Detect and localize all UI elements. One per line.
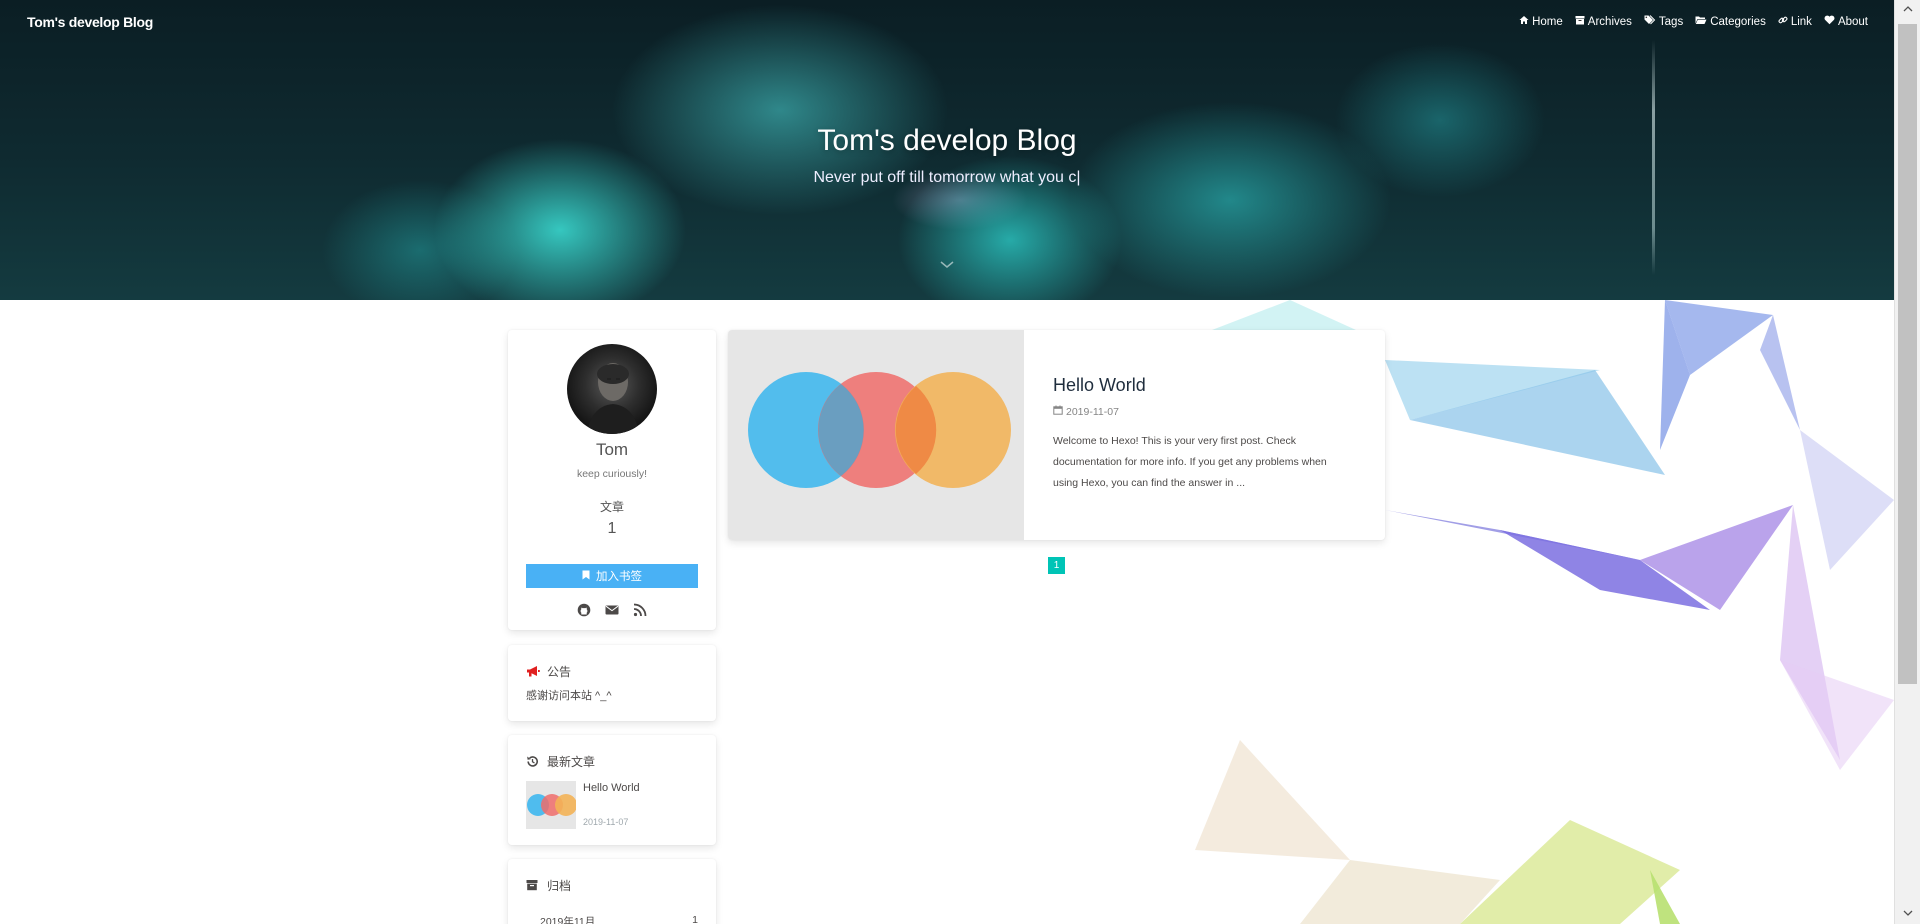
- bookmark-icon: [582, 570, 590, 583]
- post-card: Hello World 2019-11-07 Welcome to Hexo! …: [728, 330, 1385, 540]
- pagination-current-page[interactable]: 1: [1048, 557, 1065, 574]
- nav-label-archives: Archives: [1587, 15, 1632, 28]
- nav-label-link: Link: [1790, 15, 1812, 28]
- nav-item-home[interactable]: Home: [1519, 15, 1563, 28]
- scrollbar-thumb[interactable]: [1898, 24, 1917, 684]
- social-links: [508, 603, 716, 617]
- recent-posts-card: 最新文章 Hello World 2019-11-07: [508, 735, 716, 845]
- recent-post-thumbnail[interactable]: [526, 781, 576, 829]
- history-icon: [526, 755, 539, 768]
- nav-item-link[interactable]: Link: [1778, 15, 1812, 28]
- recent-post-date: 2019-11-07: [583, 817, 629, 827]
- post-date-text: 2019-11-07: [1066, 405, 1119, 418]
- announcement-header: 公告: [526, 663, 571, 680]
- archives-card: 归档 2019年11月 1: [508, 859, 716, 924]
- scroll-down-arrow-icon[interactable]: [1895, 904, 1920, 924]
- announcement-card: 公告 感谢访问本站 ^_^: [508, 645, 716, 721]
- profile-card: Tom keep curiously! 文章 1 加入书签: [508, 330, 716, 630]
- bookmark-button-label: 加入书签: [596, 571, 642, 583]
- nav-label-tags: Tags: [1658, 15, 1684, 28]
- heart-icon: [1824, 15, 1835, 28]
- articles-stat-label[interactable]: 文章: [508, 498, 716, 515]
- post-date: 2019-11-07: [1053, 405, 1119, 418]
- post-excerpt: Welcome to Hexo! This is your very first…: [1053, 435, 1327, 489]
- main-nav: Home Archives Tags Categories Link About: [1519, 15, 1868, 28]
- hero-title: Tom's develop Blog: [817, 124, 1077, 157]
- nav-label-about: About: [1837, 15, 1868, 28]
- nav-item-archives[interactable]: Archives: [1575, 15, 1632, 28]
- scroll-down-icon[interactable]: [940, 256, 954, 270]
- nav-label-home: Home: [1532, 15, 1563, 28]
- recent-posts-title: 最新文章: [547, 755, 596, 769]
- recent-posts-header: 最新文章: [526, 753, 595, 770]
- nav-item-tags[interactable]: Tags: [1644, 15, 1683, 28]
- archive-icon: [1575, 15, 1585, 28]
- bookmark-button[interactable]: 加入书签: [526, 564, 698, 588]
- calendar-icon: [1053, 405, 1063, 418]
- page-scrollbar[interactable]: [1894, 0, 1920, 924]
- link-icon: [1778, 15, 1788, 28]
- avatar: [567, 344, 657, 434]
- github-icon[interactable]: [577, 603, 591, 617]
- rss-icon[interactable]: [633, 603, 647, 617]
- nav-item-about[interactable]: About: [1824, 15, 1868, 28]
- scroll-up-icon[interactable]: [1895, 0, 1920, 20]
- hero-subtitle: Never put off till tomorrow what you c|: [813, 169, 1081, 186]
- post-cover-image[interactable]: [728, 330, 1024, 540]
- hero-banner: Tom's develop Blog Home Archives Tags Ca…: [0, 0, 1894, 300]
- profile-description: keep curiously!: [576, 468, 648, 480]
- announcement-text: 感谢访问本站 ^_^: [526, 690, 612, 702]
- archives-header: 归档: [526, 877, 571, 894]
- archives-title: 归档: [547, 879, 572, 893]
- recent-post-title[interactable]: Hello World: [583, 782, 640, 794]
- announcement-title: 公告: [547, 665, 572, 679]
- nav-item-categories[interactable]: Categories: [1695, 15, 1766, 28]
- nav-label-categories: Categories: [1710, 15, 1766, 28]
- archive-item[interactable]: 2019年11月 1: [540, 914, 698, 924]
- articles-stat-value[interactable]: 1: [508, 520, 716, 538]
- archive-item-label: 2019年11月: [540, 916, 596, 924]
- bullhorn-icon: [526, 665, 540, 678]
- tags-icon: [1644, 15, 1656, 28]
- home-icon: [1519, 15, 1529, 28]
- site-name-link[interactable]: Tom's develop Blog: [27, 14, 153, 30]
- profile-name: Tom: [595, 440, 629, 459]
- folder-icon: [1695, 15, 1707, 28]
- archive-box-icon: [526, 879, 539, 892]
- email-icon[interactable]: [605, 603, 619, 617]
- post-title[interactable]: Hello World: [1053, 375, 1146, 396]
- archive-item-count: 1: [692, 914, 698, 924]
